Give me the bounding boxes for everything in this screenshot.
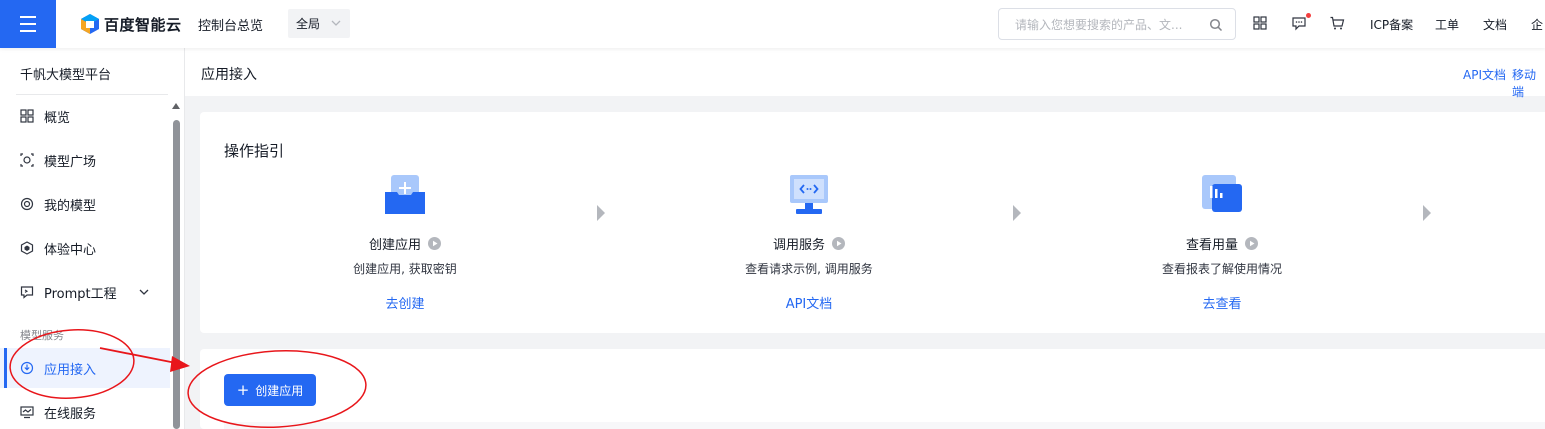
- app-access-icon: [20, 361, 34, 375]
- app-table-header: [224, 422, 1545, 429]
- plus-icon: +: [236, 380, 250, 399]
- chevron-down-icon: [331, 20, 341, 26]
- create-app-illustration: [381, 172, 429, 218]
- icp-filing-link[interactable]: ICP备案: [1370, 16, 1413, 33]
- chevron-right-icon: [597, 205, 605, 221]
- sidebar-item-label: 模型广场: [44, 154, 97, 170]
- hamburger-menu-button[interactable]: [0, 0, 56, 48]
- create-app-button-label: 创建应用: [255, 383, 304, 398]
- notification-dot: [1306, 13, 1311, 18]
- top-navigation-bar: 百度智能云 控制台总览 全局 请输入您想要搜索的产品、文... ICP备案 工单…: [0, 0, 1545, 48]
- region-select[interactable]: 全局: [288, 9, 350, 38]
- go-create-link[interactable]: 去创建: [305, 293, 505, 312]
- model-square-icon: [20, 153, 34, 167]
- step-title: 创建应用: [368, 238, 421, 253]
- sidebar-item-label: 体验中心: [44, 242, 97, 258]
- grid-icon: [20, 109, 34, 123]
- create-app-icon: [385, 175, 425, 214]
- guide-step-call-service: 调用服务 查看请求示例, 调用服务 API文档: [709, 172, 909, 312]
- step-name: 创建应用: [305, 234, 505, 253]
- sidebar-item-label: 应用接入: [44, 362, 97, 378]
- message-icon[interactable]: [1291, 15, 1307, 31]
- apps-grid-icon[interactable]: [1252, 15, 1268, 31]
- step-title: 调用服务: [772, 238, 825, 253]
- call-service-illustration: [785, 172, 833, 218]
- app-list-card: + 创建应用: [200, 349, 1545, 429]
- step-title: 查看用量: [1185, 238, 1238, 253]
- logo-text: 百度智能云: [104, 15, 182, 34]
- sidebar-item-label: 在线服务: [44, 406, 97, 422]
- platform-title: 千帆大模型平台: [20, 68, 112, 83]
- model-service-group-label: 模型服务: [20, 329, 64, 342]
- go-view-link[interactable]: 去查看: [1122, 293, 1322, 312]
- ticket-link[interactable]: 工单: [1435, 16, 1459, 33]
- guide-step-view-usage: 查看用量 查看报表了解使用情况 去查看: [1122, 172, 1322, 312]
- step-description: 查看报表了解使用情况: [1161, 262, 1282, 276]
- online-service-icon: [20, 406, 34, 419]
- sidebar-item-overview[interactable]: 概览: [0, 96, 170, 136]
- sidebar-item-model-square[interactable]: 模型广场: [0, 140, 170, 180]
- chevron-right-icon: [1423, 205, 1431, 221]
- menu-line: [20, 30, 36, 32]
- experience-icon: [20, 241, 34, 255]
- step-name: 调用服务: [709, 234, 909, 253]
- chevron-down-icon[interactable]: [138, 286, 150, 298]
- sidebar: 千帆大模型平台 概览 模型广场 我的模型 体验中心 Prompt工程 模型服务 …: [0, 48, 185, 429]
- my-model-icon: [20, 197, 34, 211]
- page-title: 应用接入: [201, 67, 257, 83]
- step-description: 创建应用, 获取密钥: [353, 262, 457, 276]
- prompt-icon: [20, 286, 34, 299]
- operation-guide-card: 操作指引 创建应用 创建应用, 获取密钥 去创建 调用服务 查看请求示例, 调用…: [200, 112, 1545, 333]
- mobile-link[interactable]: 移动端: [1512, 66, 1545, 100]
- sidebar-item-label: 我的模型: [44, 198, 97, 214]
- play-video-icon[interactable]: [428, 237, 441, 250]
- sidebar-item-label: 概览: [44, 110, 71, 126]
- console-overview-link[interactable]: 控制台总览: [198, 15, 263, 34]
- search-placeholder: 请输入您想要搜索的产品、文...: [1015, 17, 1183, 32]
- sidebar-item-online-service[interactable]: 在线服务: [0, 392, 170, 429]
- search-icon[interactable]: [1209, 18, 1223, 32]
- create-app-button[interactable]: + 创建应用: [224, 374, 316, 406]
- page-header: 应用接入 API文档 移动端: [185, 48, 1545, 99]
- sidebar-item-app-access[interactable]: 应用接入: [0, 348, 170, 388]
- view-usage-icon: [1202, 175, 1242, 212]
- play-video-icon[interactable]: [832, 237, 845, 250]
- region-value: 全局: [296, 17, 321, 31]
- menu-line: [20, 23, 36, 25]
- play-video-icon[interactable]: [1245, 237, 1258, 250]
- sidebar-item-label: Prompt工程: [44, 286, 117, 302]
- cart-icon[interactable]: [1329, 15, 1345, 31]
- view-usage-illustration: [1198, 172, 1246, 218]
- api-doc-step-link[interactable]: API文档: [709, 293, 909, 312]
- docs-link[interactable]: 文档: [1483, 16, 1507, 33]
- step-description: 查看请求示例, 调用服务: [745, 262, 873, 276]
- enterprise-link[interactable]: 企: [1531, 16, 1543, 33]
- guide-title: 操作指引: [224, 142, 285, 160]
- chevron-right-icon: [1013, 205, 1021, 221]
- scroll-up-arrow[interactable]: [172, 103, 180, 109]
- api-doc-link[interactable]: API文档: [1463, 66, 1506, 83]
- baidu-cloud-logo[interactable]: 百度智能云: [80, 12, 182, 36]
- call-service-icon: [790, 175, 828, 214]
- sidebar-scrollbar[interactable]: [173, 120, 180, 429]
- sidebar-divider: [16, 94, 168, 95]
- guide-step-create-app: 创建应用 创建应用, 获取密钥 去创建: [305, 172, 505, 312]
- sidebar-item-my-models[interactable]: 我的模型: [0, 184, 170, 224]
- step-name: 查看用量: [1122, 234, 1322, 253]
- menu-line: [20, 16, 36, 18]
- sidebar-item-experience-center[interactable]: 体验中心: [0, 228, 170, 268]
- cloud-logo-icon: [81, 14, 99, 34]
- search-input[interactable]: 请输入您想要搜索的产品、文...: [998, 8, 1236, 40]
